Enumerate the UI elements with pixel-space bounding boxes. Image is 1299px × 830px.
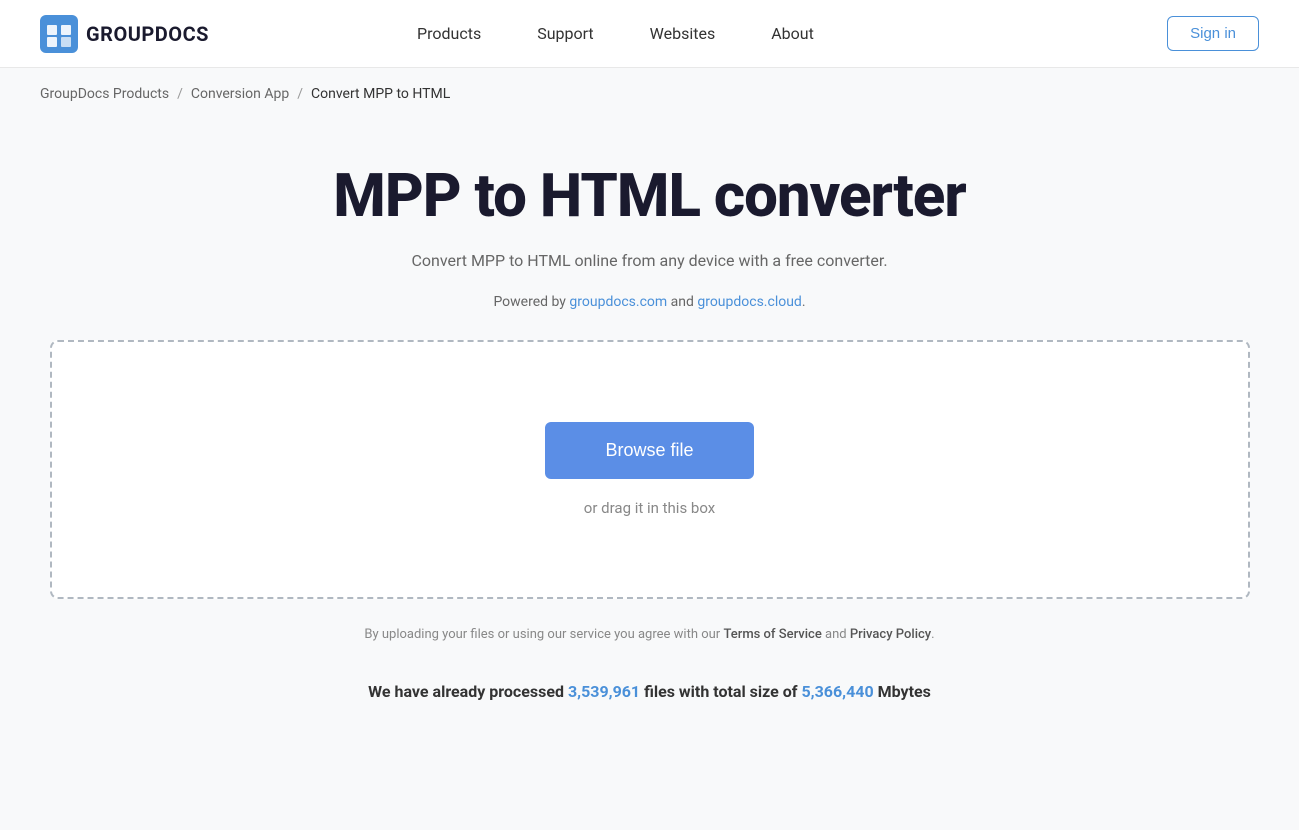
privacy-policy-link[interactable]: Privacy Policy — [850, 627, 931, 642]
page-title: MPP to HTML converter — [333, 160, 965, 231]
stats-text: We have already processed 3,539,961 file… — [368, 682, 931, 701]
nav-websites[interactable]: Websites — [622, 16, 744, 51]
browse-file-button[interactable]: Browse file — [545, 422, 753, 479]
main-content: MPP to HTML converter Convert MPP to HTM… — [0, 120, 1299, 741]
terms-and: and — [822, 627, 850, 642]
terms-suffix: . — [931, 627, 934, 642]
breadcrumb-sep-2: / — [297, 86, 303, 102]
groupdocs-com-link[interactable]: groupdocs.com — [569, 294, 667, 310]
drop-zone[interactable]: Browse file or drag it in this box — [50, 340, 1250, 599]
terms-of-service-link[interactable]: Terms of Service — [723, 627, 821, 642]
nav-support[interactable]: Support — [509, 16, 621, 51]
groupdocs-logo-icon — [40, 15, 78, 53]
stats-suffix: Mbytes — [874, 682, 931, 701]
breadcrumb: GroupDocs Products / Conversion App / Co… — [0, 68, 1299, 120]
breadcrumb-sep-1: / — [177, 86, 183, 102]
breadcrumb-products-link[interactable]: GroupDocs Products — [40, 86, 169, 102]
stats-middle: files with total size of — [640, 682, 801, 701]
nav-products[interactable]: Products — [389, 16, 509, 51]
logo-text: GROUPDOCS — [86, 22, 209, 46]
groupdocs-cloud-link[interactable]: groupdocs.cloud — [697, 294, 802, 310]
stats-files-count: 3,539,961 — [568, 682, 640, 701]
breadcrumb-conversion-link[interactable]: Conversion App — [191, 86, 289, 102]
powered-by-suffix: . — [802, 294, 806, 310]
terms-prefix: By uploading your files or using our ser… — [364, 627, 723, 642]
powered-by-and: and — [667, 294, 697, 310]
terms-text: By uploading your files or using our ser… — [364, 627, 934, 642]
main-nav: Products Support Websites About — [389, 16, 842, 51]
drag-text: or drag it in this box — [584, 499, 715, 517]
breadcrumb-current: Convert MPP to HTML — [311, 86, 450, 102]
powered-by-prefix: Powered by — [493, 294, 569, 310]
header: GROUPDOCS Products Support Websites Abou… — [0, 0, 1299, 68]
stats-prefix: We have already processed — [368, 682, 568, 701]
subtitle: Convert MPP to HTML online from any devi… — [411, 251, 887, 270]
signin-button[interactable]: Sign in — [1167, 16, 1259, 51]
logo-link[interactable]: GROUPDOCS — [40, 15, 209, 53]
nav-about[interactable]: About — [743, 16, 842, 51]
powered-by: Powered by groupdocs.com and groupdocs.c… — [493, 294, 805, 310]
stats-size: 5,366,440 — [802, 682, 874, 701]
